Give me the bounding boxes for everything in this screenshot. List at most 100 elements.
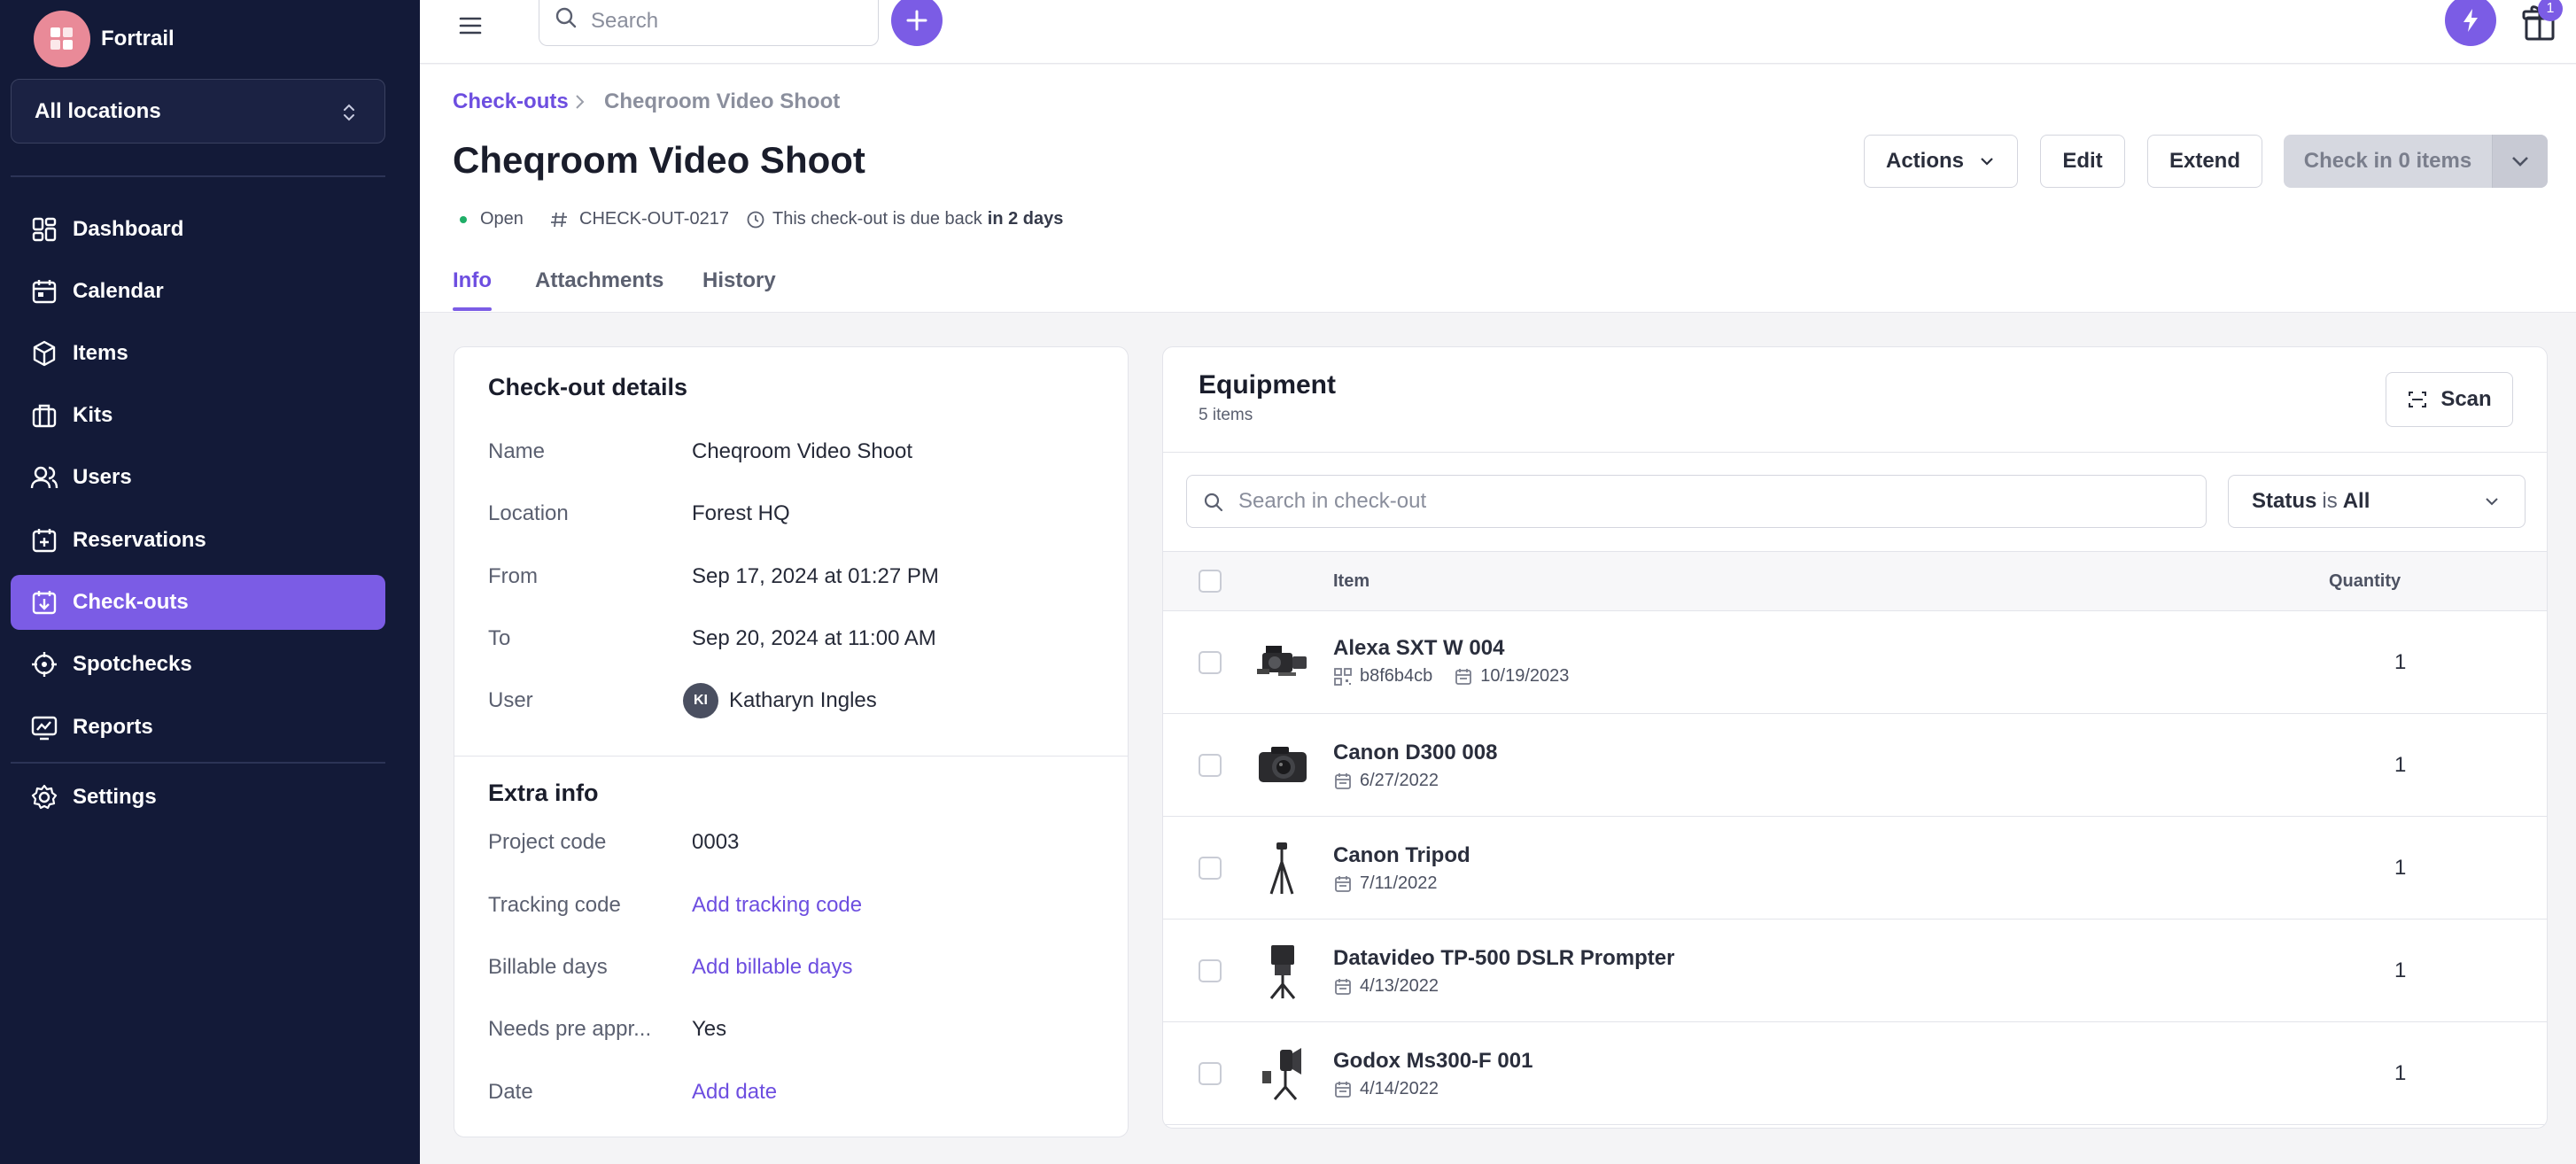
breadcrumb-parent[interactable]: Check-outs — [453, 89, 569, 114]
date-label: Date — [488, 1080, 533, 1104]
calendar-icon — [1335, 875, 1351, 892]
sidebar-item-label: Kits — [73, 403, 113, 427]
scan-label: Scan — [2440, 387, 2492, 411]
brand-logo — [34, 11, 90, 67]
checkout-code: CHECK-OUT-0217 — [549, 209, 729, 229]
add-button[interactable] — [891, 0, 943, 46]
sidebar-item-checkouts[interactable]: Check-outs — [11, 575, 385, 630]
status-filter-select[interactable]: Status is All — [2228, 475, 2526, 528]
actions-button[interactable]: Actions — [1864, 135, 2018, 188]
project-code-value: 0003 — [692, 830, 740, 854]
tripod-thumbnail — [1269, 842, 1294, 895]
tab-info[interactable]: Info — [453, 268, 492, 293]
item-name[interactable]: Canon D300 008 — [1333, 741, 1497, 765]
checkin-dropdown-button[interactable] — [2493, 135, 2548, 188]
sidebar-item-kits[interactable]: Kits — [11, 388, 385, 443]
sidebar: Fortrail All locations Dashboard Calenda… — [0, 0, 420, 1164]
checkout-icon — [32, 591, 57, 615]
preapproval-value: Yes — [692, 1017, 727, 1041]
user-value[interactable]: Katharyn Ingles — [729, 688, 877, 713]
tab-history[interactable]: History — [702, 268, 776, 293]
checkin-button[interactable]: Check in 0 items — [2284, 135, 2493, 188]
name-label: Name — [488, 439, 546, 463]
scan-button[interactable]: Scan — [2386, 372, 2513, 427]
edit-button[interactable]: Edit — [2040, 135, 2125, 188]
tab-active-indicator — [453, 307, 492, 311]
row-checkbox[interactable] — [1199, 1062, 1222, 1085]
item-name[interactable]: Godox Ms300-F 001 — [1333, 1049, 1532, 1074]
sidebar-item-users[interactable]: Users — [11, 450, 385, 505]
sidebar-item-reservations[interactable]: Reservations — [11, 513, 385, 568]
sidebar-item-label: Calendar — [73, 279, 164, 303]
location-select[interactable]: All locations — [11, 79, 385, 144]
row-checkbox[interactable] — [1199, 857, 1222, 880]
menu-icon[interactable] — [455, 11, 485, 41]
select-all-checkbox[interactable] — [1199, 570, 1222, 593]
tracking-code-label: Tracking code — [488, 893, 621, 917]
item-name[interactable]: Datavideo TP-500 DSLR Prompter — [1333, 946, 1674, 971]
item-date-text: 7/11/2022 — [1360, 873, 1438, 893]
equipment-card: Equipment 5 items Scan Search in check-o… — [1162, 346, 2548, 1129]
reports-icon — [31, 716, 58, 741]
column-header-item: Item — [1333, 571, 1370, 591]
item-meta: 4/13/2022 — [1333, 976, 1439, 997]
table-row[interactable]: Canon D300 008 6/27/2022 1 — [1163, 714, 2547, 817]
location-select-value: All locations — [35, 98, 161, 123]
item-date-text: 10/19/2023 — [1480, 666, 1570, 686]
gear-icon — [31, 784, 58, 810]
extra-title: Extra info — [488, 780, 599, 806]
checkin-button-group: Check in 0 items — [2284, 135, 2548, 188]
item-meta: 4/14/2022 — [1333, 1079, 1439, 1099]
item-name[interactable]: Canon Tripod — [1333, 843, 1470, 868]
extend-button[interactable]: Extend — [2147, 135, 2262, 188]
calendar-icon — [32, 280, 57, 304]
target-icon — [32, 652, 57, 677]
tab-attachments[interactable]: Attachments — [535, 268, 663, 293]
row-checkbox[interactable] — [1199, 959, 1222, 982]
add-date-link[interactable]: Add date — [692, 1080, 777, 1105]
row-checkbox[interactable] — [1199, 754, 1222, 777]
project-code-label: Project code — [488, 830, 607, 854]
item-date-text: 6/27/2022 — [1360, 771, 1439, 790]
item-name[interactable]: Alexa SXT W 004 — [1333, 636, 1504, 661]
calendar-icon — [1335, 1081, 1351, 1098]
sidebar-item-label: Spotchecks — [73, 652, 192, 676]
table-row[interactable]: Alexa SXT W 004 b8f6b4cb 10/19/2023 1 — [1163, 611, 2547, 714]
sidebar-item-items[interactable]: Items — [11, 326, 385, 381]
kits-icon — [32, 404, 57, 428]
item-date-text: 4/14/2022 — [1360, 1079, 1439, 1098]
brand[interactable]: Fortrail — [34, 11, 175, 67]
status-filter-label: Status — [2252, 489, 2317, 513]
equipment-title: Equipment — [1199, 370, 1336, 400]
search-input[interactable]: Search — [539, 0, 879, 46]
sidebar-item-settings[interactable]: Settings — [11, 770, 385, 825]
item-meta: 7/11/2022 — [1333, 873, 1438, 894]
sidebar-item-label: Users — [73, 465, 132, 489]
sidebar-item-calendar[interactable]: Calendar — [11, 264, 385, 319]
table-row[interactable]: Canon Tripod 7/11/2022 1 — [1163, 817, 2547, 920]
topbar: Search 1 — [420, 0, 2576, 64]
sidebar-item-label: Check-outs — [73, 590, 189, 614]
add-tracking-code-link[interactable]: Add tracking code — [692, 893, 862, 918]
item-meta: b8f6b4cb 10/19/2023 — [1333, 666, 1569, 687]
due-bold: in 2 days — [987, 209, 1064, 229]
preapproval-label: Needs pre appr... — [488, 1017, 652, 1041]
due-info: This check-out is due back in 2 days — [746, 209, 1063, 229]
dashboard-icon — [32, 217, 57, 242]
table-row[interactable]: Datavideo TP-500 DSLR Prompter 4/13/2022… — [1163, 920, 2547, 1022]
table-row[interactable]: Godox Ms300-F 001 4/14/2022 1 — [1163, 1022, 2547, 1125]
checkout-search-input[interactable]: Search in check-out — [1186, 475, 2207, 528]
sidebar-item-spotchecks[interactable]: Spotchecks — [11, 637, 385, 692]
status-filter-value: All — [2342, 489, 2370, 513]
name-value: Cheqroom Video Shoot — [692, 439, 913, 463]
search-icon — [555, 7, 577, 28]
sidebar-item-label: Items — [73, 341, 128, 365]
sidebar-item-dashboard[interactable]: Dashboard — [11, 202, 385, 257]
quick-actions-button[interactable] — [2445, 0, 2496, 46]
cube-icon — [33, 340, 56, 367]
item-quantity: 1 — [2394, 958, 2407, 982]
sidebar-item-reports[interactable]: Reports — [11, 700, 385, 755]
chevron-right-icon — [576, 95, 585, 109]
row-checkbox[interactable] — [1199, 651, 1222, 674]
add-billable-days-link[interactable]: Add billable days — [692, 955, 852, 980]
